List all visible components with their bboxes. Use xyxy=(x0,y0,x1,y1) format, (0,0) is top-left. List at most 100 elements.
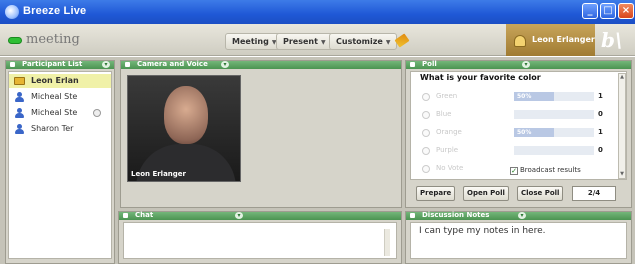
chat-messages[interactable] xyxy=(123,222,397,259)
host-icon xyxy=(14,77,25,85)
poll-option[interactable]: Green 50% 1 xyxy=(420,91,616,103)
poll-option[interactable]: Purple 0 xyxy=(420,145,616,157)
discussion-notes-pod: Discussion Notes ▾ I can type my notes i… xyxy=(405,211,632,264)
vote-count: 1 xyxy=(598,92,603,100)
scroll-down-icon[interactable]: ▼ xyxy=(619,171,625,178)
pod-title: Discussion Notes xyxy=(422,211,490,219)
user-name: Leon Erlanger xyxy=(532,35,595,44)
scroll-up-icon[interactable]: ▲ xyxy=(619,74,625,81)
pod-menu-icon[interactable] xyxy=(410,62,415,67)
meeting-name: meeting xyxy=(26,32,80,47)
minimize-icon: _ xyxy=(587,5,593,16)
list-item[interactable]: Sharon Ter xyxy=(9,122,111,136)
attendee-name: Micheal Ste xyxy=(31,108,78,117)
person-icon xyxy=(15,108,24,118)
notes-text[interactable]: I can type my notes in here. xyxy=(419,226,546,236)
vote-count: 0 xyxy=(598,146,603,154)
chat-scrollbar[interactable] xyxy=(384,229,390,256)
poll-pod: Poll ▾ What is your favorite color Green… xyxy=(405,60,632,208)
broadcast-results-checkbox[interactable]: ✓ Broadcast results xyxy=(510,166,581,175)
radio-button[interactable] xyxy=(422,93,430,101)
poll-option[interactable]: No Vote xyxy=(420,163,500,175)
present-menu-label: Present xyxy=(283,37,318,46)
meeting-menu[interactable]: Meeting ▼ xyxy=(225,33,284,50)
pod-header: Poll ▾ xyxy=(406,60,631,69)
pod-header: Discussion Notes ▾ xyxy=(406,211,631,220)
option-label: Orange xyxy=(436,128,462,136)
pod-title: Camera and Voice xyxy=(137,60,208,68)
close-poll-button[interactable]: Close Poll xyxy=(517,186,564,201)
result-bar xyxy=(514,146,594,155)
close-icon: × xyxy=(621,5,631,16)
mic-icon xyxy=(93,109,101,117)
maximize-icon: □ xyxy=(603,5,613,16)
poll-scrollbar[interactable]: ▲ ▼ xyxy=(618,73,626,179)
result-percent: 50% xyxy=(517,129,532,136)
pod-options-icon[interactable]: ▾ xyxy=(522,61,530,68)
checkbox-checked-icon[interactable]: ✓ xyxy=(510,167,518,175)
list-item[interactable]: Micheal Ste xyxy=(9,90,111,104)
pod-menu-icon[interactable] xyxy=(10,62,15,67)
pod-options-icon[interactable]: ▾ xyxy=(102,61,110,68)
radio-button[interactable] xyxy=(422,165,430,173)
title-bar: Breeze Live _ □ × xyxy=(0,0,635,24)
pod-title: Chat xyxy=(135,211,154,219)
list-item[interactable]: Micheal Ste xyxy=(9,106,111,120)
app-icon xyxy=(5,5,19,19)
notes-editor[interactable]: I can type my notes in here. xyxy=(410,222,627,259)
radio-button[interactable] xyxy=(422,129,430,137)
customize-menu-label: Customize xyxy=(336,37,383,46)
participant-face xyxy=(164,86,208,144)
maximize-button[interactable]: □ xyxy=(600,3,616,19)
attendee-name: Micheal Ste xyxy=(31,92,78,101)
radio-button[interactable] xyxy=(422,111,430,119)
poll-option[interactable]: Orange 50% 1 xyxy=(420,127,616,139)
pod-title: Poll xyxy=(422,60,437,68)
result-bar xyxy=(514,110,594,119)
pod-header: Chat ▾ xyxy=(119,211,401,220)
pod-menu-icon[interactable] xyxy=(410,213,415,218)
attendee-list-pod: Participant List ▾ Leon Erlan Micheal St… xyxy=(5,60,115,264)
minimize-button[interactable]: _ xyxy=(582,3,598,19)
menu-bar: meeting Meeting ▼ Present ▼ Customize ▼ Leo… xyxy=(0,24,635,56)
poll-page-indicator: 2/4 xyxy=(572,186,616,201)
option-label: Purple xyxy=(436,146,459,154)
poll-option[interactable]: Blue 0 xyxy=(420,109,616,121)
attendee-name: Sharon Ter xyxy=(31,124,74,133)
option-label: No Vote xyxy=(436,164,464,172)
broadcast-label: Broadcast results xyxy=(520,166,581,174)
camera-voice-pod: Camera and Voice ▾ Leon Erlanger xyxy=(120,60,402,208)
pod-title: Participant List xyxy=(22,60,83,68)
pod-menu-icon[interactable] xyxy=(125,62,130,67)
window-title: Breeze Live xyxy=(23,5,87,17)
attendee-list: Leon Erlan Micheal Ste Micheal Ste Sharo… xyxy=(8,71,112,259)
close-button[interactable]: × xyxy=(618,3,634,19)
present-menu[interactable]: Present ▼ xyxy=(276,33,333,50)
list-item[interactable]: Leon Erlan xyxy=(9,74,111,88)
pod-options-icon[interactable]: ▾ xyxy=(221,61,229,68)
status-indicator-icon xyxy=(8,37,22,44)
result-bar: 50% xyxy=(514,128,594,137)
meeting-menu-label: Meeting xyxy=(232,37,269,46)
result-percent: 50% xyxy=(517,93,532,100)
open-poll-button[interactable]: Open Poll xyxy=(463,186,509,201)
customize-menu[interactable]: Customize ▼ xyxy=(329,33,398,50)
chat-pod: Chat ▾ xyxy=(118,211,402,264)
pod-header: Camera and Voice ▾ xyxy=(121,60,401,69)
radio-button[interactable] xyxy=(422,147,430,155)
prepare-button[interactable]: Prepare xyxy=(416,186,456,201)
video-feed: Leon Erlanger xyxy=(127,75,241,182)
poll-controls: Prepare Open Poll Close Poll 2/4 xyxy=(410,182,627,205)
poll-question: What is your favorite color xyxy=(420,73,541,82)
pod-menu-icon[interactable] xyxy=(123,213,128,218)
user-icon xyxy=(514,35,526,47)
option-label: Blue xyxy=(436,110,452,118)
option-label: Green xyxy=(436,92,458,100)
breeze-logo: b\ xyxy=(601,28,623,52)
pod-header: Participant List ▾ xyxy=(6,60,114,69)
vote-count: 1 xyxy=(598,128,603,136)
pod-options-icon[interactable]: ▾ xyxy=(235,212,243,219)
attendee-name: Leon Erlan xyxy=(31,76,79,85)
user-menu[interactable]: Leon Erlanger xyxy=(506,24,595,56)
pod-options-icon[interactable]: ▾ xyxy=(518,212,526,219)
